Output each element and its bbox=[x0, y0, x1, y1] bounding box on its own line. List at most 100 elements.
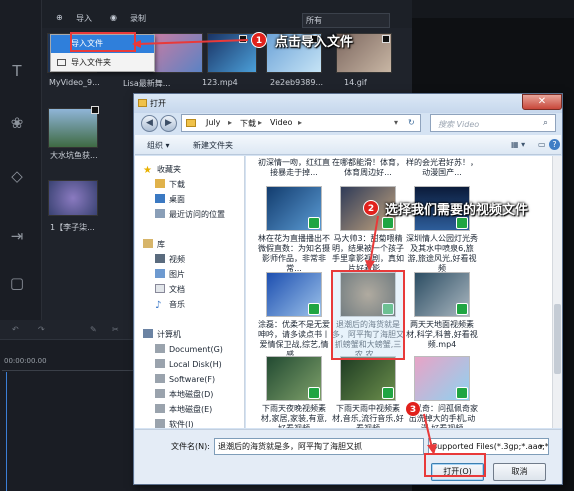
pictures-icon bbox=[155, 269, 165, 278]
undo-icon[interactable]: ↶ bbox=[12, 325, 19, 334]
nav-recent[interactable]: 最近访问的位置 bbox=[135, 208, 244, 221]
video-file-icon bbox=[456, 217, 468, 229]
view-options-icon[interactable]: ▦ ▾ bbox=[511, 140, 525, 149]
filename-label: 文件名(N): bbox=[171, 442, 210, 451]
filter-tool-icon[interactable]: ❀ bbox=[6, 112, 28, 134]
cut-icon[interactable]: ✂ bbox=[112, 325, 119, 334]
nav-documents-label: 文档 bbox=[169, 285, 185, 294]
file-name: 样的会光君好苏！，动漫国产... bbox=[406, 158, 478, 177]
refresh-icon[interactable]: ↻ bbox=[408, 118, 415, 127]
playhead[interactable] bbox=[6, 372, 7, 491]
nav-pictures[interactable]: 图片 bbox=[135, 268, 244, 281]
navigation-pane: ★ 收藏夹 下载 桌面 最近访问的位置 库 视频 图片 文档 ♪ 音乐 计算机 Do bbox=[135, 156, 245, 428]
drive-icon bbox=[155, 359, 165, 368]
address-dropdown-icon[interactable]: ▾ bbox=[394, 118, 398, 127]
nav-drive-label: 本地磁盘(D) bbox=[169, 390, 214, 399]
video-file-icon bbox=[308, 387, 320, 399]
record-button[interactable]: 录制 bbox=[130, 13, 146, 24]
cancel-button[interactable]: 取消 bbox=[493, 463, 546, 481]
organize-button[interactable]: 组织 ▾ bbox=[147, 140, 170, 151]
media-label: 14.gif bbox=[344, 78, 367, 87]
dialog-app-icon bbox=[138, 99, 147, 107]
highlight-box bbox=[70, 32, 136, 52]
nav-drive[interactable]: Local Disk(H) bbox=[135, 358, 244, 371]
drive-icon bbox=[155, 374, 165, 383]
command-bar: 组织 ▾ 新建文件夹 ▦ ▾ ▭ ? bbox=[135, 135, 561, 155]
step-badge-1: 1 bbox=[251, 32, 267, 48]
nav-music[interactable]: ♪ 音乐 bbox=[135, 298, 244, 311]
nav-drive[interactable]: Software(F) bbox=[135, 373, 244, 386]
nav-drive-label: 本地磁盘(E) bbox=[169, 405, 213, 414]
record-icon[interactable]: ◉ bbox=[110, 13, 117, 22]
nav-downloads[interactable]: 下载 bbox=[135, 178, 244, 191]
back-arrow-icon[interactable]: ◀ bbox=[141, 115, 158, 132]
nav-computer[interactable]: 计算机 bbox=[135, 328, 244, 341]
documents-icon bbox=[155, 284, 165, 293]
nav-videos[interactable]: 视频 bbox=[135, 253, 244, 266]
new-folder-button[interactable]: 新建文件夹 bbox=[193, 140, 233, 151]
nav-drive[interactable]: 本地磁盘(E) bbox=[135, 403, 244, 416]
callout-arrow-3 bbox=[423, 413, 437, 455]
nav-libraries[interactable]: 库 bbox=[135, 238, 244, 251]
media-filter-select[interactable]: 所有 bbox=[302, 13, 390, 28]
timeline-panel: ↶ ↷ ✎ ✂ 00:00:00.00 bbox=[0, 320, 140, 491]
import-button[interactable]: 导入 bbox=[76, 13, 92, 24]
address-bar[interactable]: July ▸ 下载 ▸ Video ▸ ▾ ↻ bbox=[181, 114, 421, 132]
breadcrumb-item[interactable]: 下载 bbox=[240, 118, 256, 129]
search-icon[interactable]: ⌕ bbox=[543, 118, 548, 128]
nav-drive[interactable]: 软件(I) bbox=[135, 418, 244, 428]
transition-tool-icon[interactable]: ⇥ bbox=[6, 225, 28, 247]
help-icon[interactable]: ? bbox=[549, 139, 560, 150]
media-thumb[interactable] bbox=[48, 180, 98, 216]
video-file-icon bbox=[308, 303, 320, 315]
nav-downloads-label: 下载 bbox=[169, 180, 185, 189]
breadcrumb-item[interactable]: July bbox=[206, 118, 220, 127]
media-checkbox[interactable] bbox=[91, 106, 99, 114]
videos-icon bbox=[155, 254, 165, 263]
computer-icon bbox=[143, 329, 153, 338]
menu-item-import-folder[interactable]: 导入文件夹 bbox=[51, 54, 154, 72]
edit-icon[interactable]: ✎ bbox=[90, 325, 97, 334]
breadcrumb-separator-icon: ▸ bbox=[228, 118, 233, 127]
media-checkbox[interactable] bbox=[382, 35, 390, 43]
nav-drive-label: Local Disk(H) bbox=[169, 360, 222, 369]
callout-text-1: 点击导入文件 bbox=[275, 35, 354, 50]
preview-pane-icon[interactable]: ▭ bbox=[538, 140, 546, 149]
callout-text-2: 选择我们需要的视频文件 bbox=[385, 203, 529, 218]
nav-documents[interactable]: 文档 bbox=[135, 283, 244, 296]
nav-favorites[interactable]: ★ 收藏夹 bbox=[135, 163, 244, 176]
nav-libraries-label: 库 bbox=[157, 240, 165, 249]
breadcrumb-separator-icon: ▸ bbox=[258, 118, 263, 127]
filename-value: 退潮后的海货就是多，阿平掏了海胆又抓 bbox=[218, 442, 362, 451]
video-thumbnail bbox=[266, 272, 322, 317]
search-input[interactable]: 搜索 Video ⌕ bbox=[430, 114, 556, 132]
desktop-icon bbox=[155, 194, 165, 203]
highlight-box bbox=[331, 270, 405, 360]
nav-computer-label: 计算机 bbox=[157, 330, 181, 339]
timeline-timecode: 00:00:00.00 bbox=[4, 357, 47, 365]
nav-drive[interactable]: Document(G) bbox=[135, 343, 244, 356]
filename-input[interactable]: 退潮后的海货就是多，阿平掏了海胆又抓 bbox=[214, 438, 424, 455]
dialog-footer: 文件名(N): 退潮后的海货就是多，阿平掏了海胆又抓 Supported Fil… bbox=[135, 429, 561, 484]
import-icon[interactable]: ⊕ bbox=[56, 13, 63, 22]
recent-places-icon bbox=[155, 209, 165, 218]
nav-drive[interactable]: 本地磁盘(D) bbox=[135, 388, 244, 401]
nav-desktop[interactable]: 桌面 bbox=[135, 193, 244, 206]
media-label: Lisa最新舞... bbox=[123, 79, 171, 88]
media-label: 1【李子柒... bbox=[50, 223, 95, 232]
overlay-tool-icon[interactable]: ◇ bbox=[6, 165, 28, 187]
libraries-icon bbox=[143, 239, 153, 248]
files-scrollbar[interactable] bbox=[552, 156, 562, 428]
text-tool-icon[interactable]: T bbox=[6, 60, 28, 82]
file-name: 在哪都能滑！体育，体育周边好... bbox=[332, 158, 404, 177]
timeline-toolbar: ↶ ↷ ✎ ✂ bbox=[0, 320, 140, 340]
video-thumbnail bbox=[414, 356, 470, 401]
breadcrumb-item[interactable]: Video bbox=[270, 118, 292, 127]
redo-icon[interactable]: ↷ bbox=[38, 325, 45, 334]
file-name: 初深情一吻，红红直接暴走于掉... bbox=[258, 158, 330, 177]
scrollbar-thumb[interactable] bbox=[554, 304, 561, 374]
element-tool-icon[interactable]: ▢ bbox=[6, 272, 28, 294]
media-thumb[interactable] bbox=[48, 108, 98, 148]
forward-arrow-icon[interactable]: ▶ bbox=[160, 115, 177, 132]
close-icon[interactable]: ✕ bbox=[522, 94, 562, 110]
